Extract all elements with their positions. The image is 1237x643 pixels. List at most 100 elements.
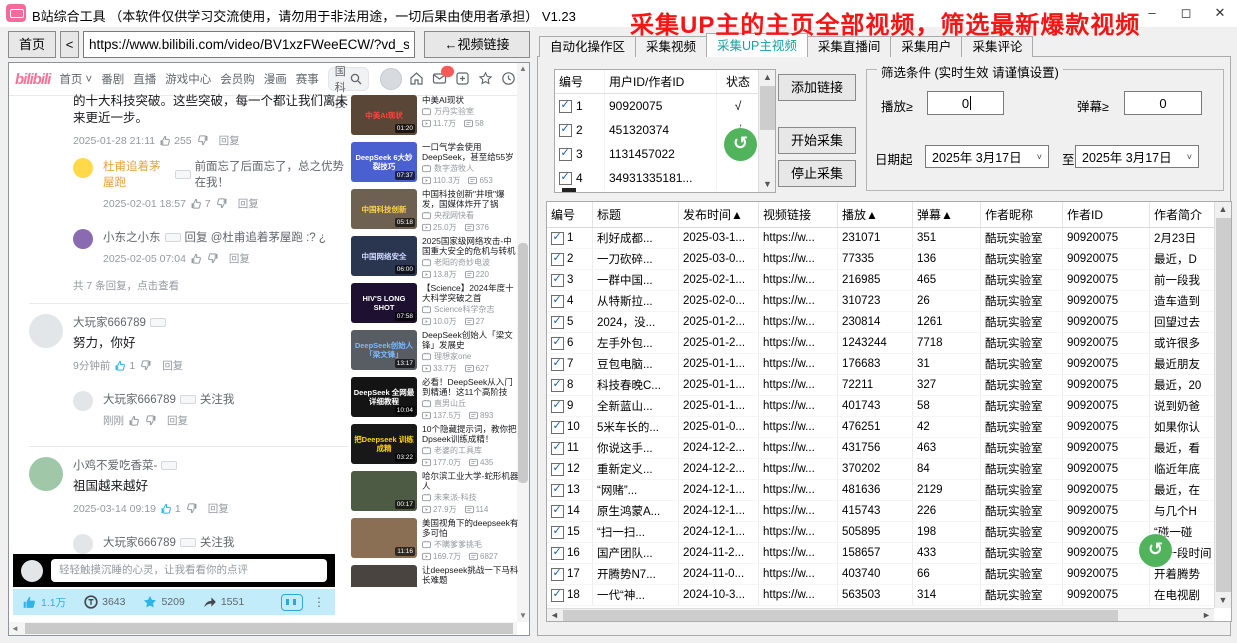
column-header[interactable]: 发布时间▲ (679, 202, 759, 227)
author-name[interactable]: 小鸡不爱吃香菜- (73, 457, 157, 473)
reply-button[interactable]: 回复 (219, 133, 240, 148)
video-uploader[interactable]: 未来派-科技 (422, 492, 519, 503)
video-card[interactable]: DeepSeek 6大妙裂技巧07:37一口气学会使用DeepSeek，甚至给5… (351, 142, 519, 184)
row-checkbox[interactable] (551, 442, 564, 455)
url-input[interactable] (83, 31, 415, 58)
table-vertical-scrollbar[interactable]: ▲ ▼ (1214, 202, 1231, 608)
like-button[interactable] (191, 253, 202, 264)
reply-button[interactable]: 回复 (162, 358, 183, 373)
comment-input[interactable]: 轻轻触摸沉睡的心灵，让我看看你的点评 (51, 559, 327, 582)
video-title[interactable]: 【Science】2024年度十大科学突破之首 (422, 283, 519, 303)
reply-button[interactable]: 回复 (238, 196, 259, 211)
table-row[interactable]: 6左手外包...2025-01-2...https://w...12432447… (547, 333, 1231, 354)
author-name[interactable]: 杜甫追着茅屋跑 (103, 158, 171, 190)
browser-horizontal-scrollbar[interactable]: ◄ (9, 622, 517, 635)
row-checkbox[interactable] (551, 232, 564, 245)
table-row[interactable]: 16国产团队...2024-11-2...https://w...1586574… (547, 543, 1231, 564)
scroll-thumb[interactable] (518, 243, 528, 483)
reply-button[interactable]: 回复 (208, 501, 229, 516)
video-thumbnail[interactable]: 中国科技创新05:18 (351, 189, 417, 229)
scroll-thumb[interactable] (563, 610, 1118, 621)
table-row[interactable]: 3一群中国...2025-02-1...https://w...21698546… (547, 270, 1231, 291)
column-header[interactable]: 编号 (547, 202, 593, 227)
row-checkbox[interactable] (551, 295, 564, 308)
row-checkbox[interactable] (559, 100, 572, 113)
row-checkbox[interactable] (559, 172, 572, 185)
video-uploader[interactable]: Science科学杂志 (422, 304, 519, 315)
table-row[interactable]: 12重新定义...2024-12-2...https://w...3702028… (547, 459, 1231, 480)
scroll-thumb[interactable] (760, 86, 775, 130)
video-thumbnail[interactable]: 中国网络安全06:00 (351, 236, 417, 276)
comment-author[interactable]: 大玩家666789 (73, 314, 349, 330)
table-row[interactable]: 52024，没...2025-01-2...https://w...230814… (547, 312, 1231, 333)
column-header[interactable]: 作者ID (1063, 202, 1150, 227)
nav-esports[interactable]: 赛事 (296, 71, 319, 87)
avatar[interactable] (73, 158, 93, 178)
row-checkbox[interactable] (551, 421, 564, 434)
video-title[interactable]: 美国视角下的deepseek有多可怕 (422, 518, 519, 538)
search-box[interactable]: 中国科技 (328, 67, 369, 91)
row-checkbox[interactable] (551, 547, 564, 560)
avatar[interactable] (73, 534, 93, 554)
tab-自动化操作区[interactable]: 自动化操作区 (539, 36, 636, 57)
table-row[interactable]: 9全新蓝山...2025-01-1...https://w...40174358… (547, 396, 1231, 417)
date-to-picker[interactable]: 2025年 3月17日˅ (1075, 145, 1199, 168)
nav-mall[interactable]: 会员购 (220, 71, 255, 87)
author-name[interactable]: 大玩家666789 (103, 391, 176, 407)
uplist-scrollbar[interactable]: ▲ ▼ (758, 70, 775, 192)
start-collect-button[interactable]: 开始采集 (778, 127, 856, 154)
comment-author[interactable]: 小东之小东回复 @杜甫追着茅屋跑 :? ¿ (103, 229, 349, 245)
column-header[interactable]: 作者简介 (1150, 202, 1216, 227)
video-thumbnail[interactable]: 00:17 (351, 471, 417, 511)
avatar[interactable] (73, 229, 93, 249)
video-thumbnail[interactable]: DeepSeek创始人「梁文锋」13:17 (351, 330, 417, 370)
column-header[interactable]: 标题 (593, 202, 679, 227)
video-card[interactable]: DeepSeek创始人「梁文锋」13:17DeepSeek创始人「梁文锋」发展史… (351, 330, 519, 372)
avatar[interactable] (73, 391, 93, 411)
video-card[interactable]: 把Deepseek 训练成精03:2210个隐藏提示词，教你把Dpseek训练成… (351, 424, 519, 466)
column-header[interactable]: 播放▲ (838, 202, 913, 227)
like-button[interactable]: 1.1万 (23, 595, 66, 610)
video-thumbnail[interactable]: 11:16 (351, 518, 417, 558)
column-header[interactable]: 视频链接 (759, 202, 838, 227)
video-title[interactable]: 10个隐藏提示词，教你把Dpseek训练成精！ (422, 424, 519, 444)
like-button[interactable] (129, 415, 140, 426)
video-uploader[interactable]: 老阳的奇妙电波 (422, 257, 519, 268)
add-link-button[interactable]: 添加链接 (778, 74, 856, 101)
nav-home[interactable]: 首页 ˅ (59, 71, 92, 87)
video-uploader[interactable]: 酸奶KaORu (422, 586, 519, 587)
row-checkbox[interactable] (551, 463, 564, 476)
nav-manga[interactable]: 漫画 (264, 71, 287, 87)
row-checkbox[interactable] (551, 484, 564, 497)
refresh-icon[interactable]: ↺ (724, 128, 757, 161)
video-title[interactable]: DeepSeek创始人「梁文锋」发展史 (422, 330, 519, 350)
scroll-up-arrow[interactable]: ▲ (517, 63, 529, 75)
video-title[interactable]: 哈尔滨工业大学-蛇形机器人 (422, 471, 519, 491)
row-checkbox[interactable] (559, 124, 572, 137)
video-title[interactable]: 必看！DeepSeek从入门到精通！这11个高阶技巧，让你 (422, 377, 519, 397)
bilibili-logo[interactable]: bilibili (15, 71, 50, 88)
table-row[interactable]: 13“网赌”...2024-12-1...https://w...4816362… (547, 480, 1231, 501)
dislike-button[interactable] (186, 503, 197, 514)
video-uploader[interactable]: 老婆的工具库 (422, 445, 519, 456)
scroll-thumb[interactable] (1216, 218, 1231, 592)
nav-live[interactable]: 直播 (133, 71, 156, 87)
scroll-left-arrow[interactable]: ◄ (547, 609, 562, 621)
table-row[interactable]: 2一刀砍碎...2025-03-0...https://w...77335136… (547, 249, 1231, 270)
author-name[interactable]: 大玩家666789 (73, 314, 146, 330)
video-uploader[interactable]: 理想家one (422, 351, 519, 362)
home-button[interactable]: 首页 (8, 31, 56, 58)
video-uploader[interactable]: 数字游牧人 (422, 163, 519, 174)
video-card[interactable]: 00:17哈尔滨工业大学-蛇形机器人未来派-科技27.9万114 (351, 471, 519, 513)
video-uploader[interactable]: 不瞒爹爹挑毛 (422, 539, 519, 550)
dislike-button[interactable] (216, 198, 227, 209)
table-row[interactable]: 17开腾势N7...2024-11-0...https://w...403740… (547, 564, 1231, 585)
scroll-down-arrow[interactable]: ▼ (759, 177, 776, 192)
nav-game-center[interactable]: 游戏中心 (165, 71, 211, 87)
video-thumbnail[interactable]: 中美AI现状01:20 (351, 95, 417, 135)
video-thumbnail[interactable]: DeepSeek 6大妙裂技巧07:37 (351, 142, 417, 182)
row-checkbox[interactable] (551, 316, 564, 329)
video-card[interactable]: DeepSeek 全网最详细教程10:04必看！DeepSeek从入门到精通！这… (351, 377, 519, 419)
table-row[interactable]: 8科技春晚C...2025-01-1...https://w...7221132… (547, 375, 1231, 396)
history-icon[interactable] (501, 71, 517, 87)
